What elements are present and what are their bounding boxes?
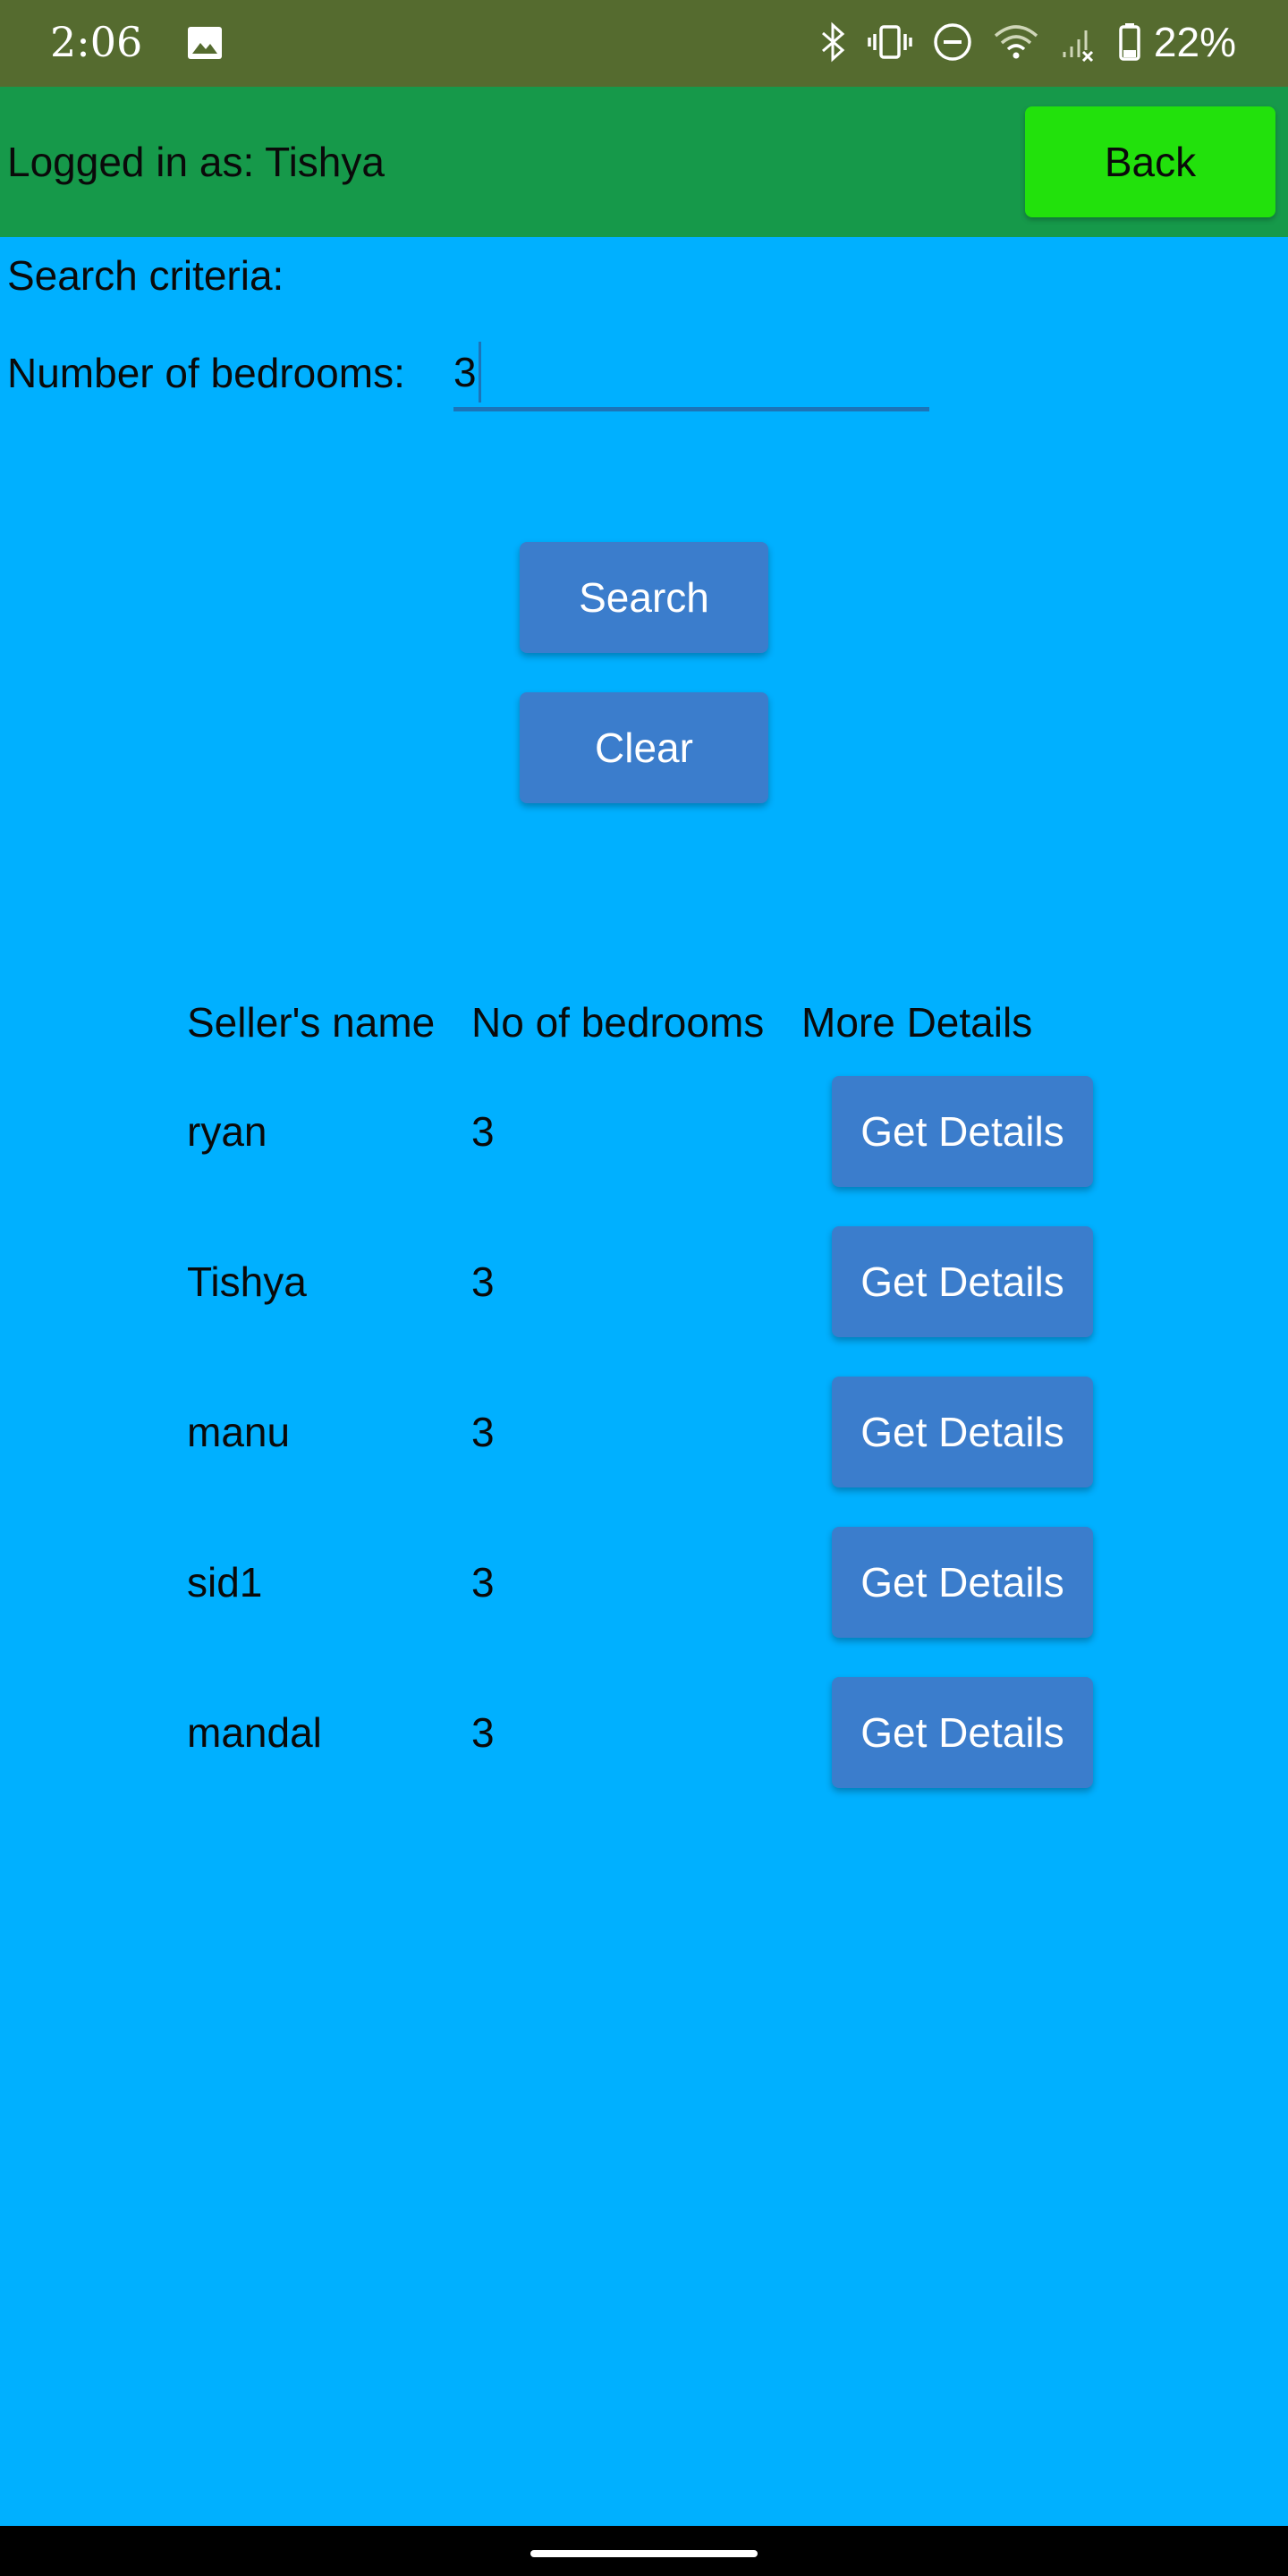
table-row: ryan 3 Get Details <box>0 1076 1288 1187</box>
column-header-bedrooms: No of bedrooms <box>471 999 765 1046</box>
table-row: mandal 3 Get Details <box>0 1677 1288 1788</box>
column-header-more-details: More Details <box>801 999 1033 1046</box>
bedrooms-input[interactable]: 3 <box>453 333 929 411</box>
vibrate-icon <box>868 25 912 59</box>
logged-in-label: Logged in as: Tishya <box>7 139 385 185</box>
get-details-button[interactable]: Get Details <box>832 1377 1093 1487</box>
column-header-seller-name: Seller's name <box>187 999 436 1046</box>
table-row: sid1 3 Get Details <box>0 1527 1288 1638</box>
search-criteria-label: Search criteria: <box>7 252 284 299</box>
bedroom-count: 3 <box>471 1559 495 1606</box>
battery-percentage: 22% <box>1153 19 1236 65</box>
table-row: Tishya 3 Get Details <box>0 1226 1288 1337</box>
back-button[interactable]: Back <box>1025 106 1275 217</box>
get-details-button[interactable]: Get Details <box>832 1677 1093 1788</box>
seller-name: mandal <box>187 1709 322 1756</box>
app-bar: Logged in as: Tishya Back <box>0 87 1288 237</box>
seller-name: ryan <box>187 1108 267 1155</box>
clear-button[interactable]: Clear <box>520 692 768 803</box>
bedrooms-label: Number of bedrooms: <box>7 350 405 396</box>
get-details-button[interactable]: Get Details <box>832 1527 1093 1638</box>
signal-icon <box>1063 30 1093 63</box>
table-row: manu 3 Get Details <box>0 1377 1288 1487</box>
text-caret <box>479 342 481 402</box>
get-details-button[interactable]: Get Details <box>832 1076 1093 1187</box>
navigation-bar <box>0 2526 1288 2576</box>
seller-name: manu <box>187 1409 291 1455</box>
bedroom-count: 3 <box>471 1709 495 1756</box>
bedrooms-input-value: 3 <box>453 349 477 395</box>
status-bar: 2:06 22% <box>0 0 1288 87</box>
battery-icon <box>1119 23 1140 61</box>
get-details-button[interactable]: Get Details <box>832 1226 1093 1337</box>
bedroom-count: 3 <box>471 1108 495 1155</box>
status-icons: 22% <box>819 14 1236 70</box>
wifi-icon <box>994 25 1038 59</box>
image-icon <box>188 27 222 59</box>
bedroom-count: 3 <box>471 1258 495 1305</box>
home-gesture-handle[interactable] <box>530 2550 758 2557</box>
do-not-disturb-icon <box>934 23 971 61</box>
bluetooth-icon <box>821 21 845 63</box>
seller-name: Tishya <box>187 1258 307 1305</box>
status-time: 2:06 <box>50 18 143 66</box>
bedroom-count: 3 <box>471 1409 495 1455</box>
search-button[interactable]: Search <box>520 542 768 653</box>
seller-name: sid1 <box>187 1559 263 1606</box>
